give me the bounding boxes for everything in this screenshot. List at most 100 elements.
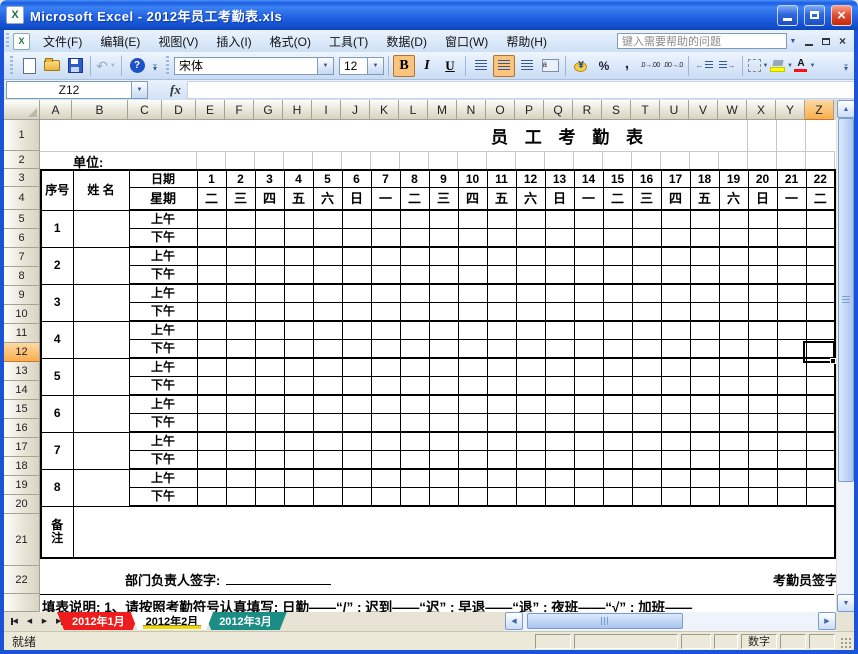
attendance-cell[interactable]: [255, 284, 284, 303]
attendance-cell[interactable]: [574, 284, 603, 303]
decrease-indent-button[interactable]: ←: [693, 55, 715, 77]
attendance-cell[interactable]: [777, 377, 806, 396]
attendance-cell[interactable]: [487, 395, 516, 414]
attendance-cell[interactable]: [400, 210, 429, 229]
pm-label-cell[interactable]: 下午: [129, 377, 197, 396]
attendance-cell[interactable]: [719, 432, 748, 451]
row-header-5[interactable]: 5: [4, 210, 40, 229]
day-number-cell[interactable]: 8: [400, 170, 429, 188]
attendance-cell[interactable]: [545, 266, 574, 285]
attendance-cell[interactable]: [197, 414, 226, 433]
attendance-cell[interactable]: [487, 451, 516, 470]
attendance-cell[interactable]: [806, 488, 835, 507]
attendance-cell[interactable]: [342, 247, 371, 266]
attendance-cell[interactable]: [719, 414, 748, 433]
attendance-cell[interactable]: [748, 469, 777, 488]
attendance-cell[interactable]: [661, 358, 690, 377]
attendance-cell[interactable]: [284, 303, 313, 322]
attendance-cell[interactable]: [487, 266, 516, 285]
day-number-cell[interactable]: 10: [458, 170, 487, 188]
attendance-cell[interactable]: [690, 303, 719, 322]
attendance-cell[interactable]: [226, 210, 255, 229]
attendance-cell[interactable]: [603, 432, 632, 451]
attendance-cell[interactable]: [226, 340, 255, 359]
attendance-cell[interactable]: [632, 266, 661, 285]
attendance-cell[interactable]: [777, 247, 806, 266]
column-header-U[interactable]: U: [660, 100, 689, 120]
attendance-cell[interactable]: [255, 321, 284, 340]
attendance-cell[interactable]: [574, 469, 603, 488]
attendance-cell[interactable]: [284, 488, 313, 507]
attendance-cell[interactable]: [429, 229, 458, 248]
attendance-cell[interactable]: [226, 229, 255, 248]
attendance-cell[interactable]: [400, 321, 429, 340]
attendance-cell[interactable]: [719, 247, 748, 266]
attendance-cell[interactable]: [458, 488, 487, 507]
pm-label-cell[interactable]: 下午: [129, 451, 197, 470]
column-header-C[interactable]: C: [128, 100, 162, 120]
attendance-cell[interactable]: [632, 432, 661, 451]
attendance-cell[interactable]: [197, 266, 226, 285]
attendance-cell[interactable]: [429, 303, 458, 322]
row-header-18[interactable]: 18: [4, 457, 40, 476]
weekday-cell[interactable]: 六: [313, 188, 342, 211]
attendance-cell[interactable]: [632, 284, 661, 303]
attendance-cell[interactable]: [226, 469, 255, 488]
font-size-combo[interactable]: 12 ▼: [339, 57, 384, 75]
attendance-cell[interactable]: [284, 284, 313, 303]
row-header-21[interactable]: 21: [4, 514, 40, 566]
attendance-cell[interactable]: [574, 247, 603, 266]
am-label-cell[interactable]: 上午: [129, 395, 197, 414]
menu-item-5[interactable]: 工具(T): [320, 31, 377, 52]
menu-item-6[interactable]: 数据(D): [377, 31, 436, 52]
week-header-cell[interactable]: 星期: [129, 188, 197, 211]
name-box-dropdown-icon[interactable]: ▼: [132, 81, 148, 99]
serial-header-cell[interactable]: 序号: [41, 170, 73, 210]
attendance-cell[interactable]: [574, 488, 603, 507]
maximize-button[interactable]: [804, 5, 825, 26]
column-header-O[interactable]: O: [486, 100, 515, 120]
attendance-cell[interactable]: [545, 395, 574, 414]
attendance-cell[interactable]: [661, 451, 690, 470]
weekday-cell[interactable]: 三: [429, 188, 458, 211]
attendance-cell[interactable]: [487, 377, 516, 396]
attendance-cell[interactable]: [516, 432, 545, 451]
attendance-cell[interactable]: [197, 469, 226, 488]
attendance-cell[interactable]: [574, 210, 603, 229]
font-color-dropdown-icon[interactable]: ▼: [809, 63, 815, 69]
weekday-cell[interactable]: 六: [719, 188, 748, 211]
attendance-cell[interactable]: [313, 451, 342, 470]
attendance-cell[interactable]: [255, 377, 284, 396]
attendance-cell[interactable]: [371, 395, 400, 414]
attendance-cell[interactable]: [516, 266, 545, 285]
attendance-cell[interactable]: [603, 395, 632, 414]
previous-sheet-button[interactable]: ◀: [23, 613, 36, 629]
attendance-cell[interactable]: [806, 247, 835, 266]
attendance-cell[interactable]: [603, 414, 632, 433]
attendance-cell[interactable]: [342, 340, 371, 359]
attendance-cell[interactable]: [284, 321, 313, 340]
attendance-cell[interactable]: [197, 284, 226, 303]
attendance-cell[interactable]: [719, 451, 748, 470]
attendance-cell[interactable]: [545, 377, 574, 396]
borders-dropdown-icon[interactable]: ▼: [763, 63, 769, 69]
attendance-cell[interactable]: [487, 321, 516, 340]
attendance-cell[interactable]: [748, 358, 777, 377]
attendance-cell[interactable]: [603, 469, 632, 488]
select-all-corner[interactable]: [4, 100, 40, 120]
attendance-cell[interactable]: [400, 266, 429, 285]
attendance-cell[interactable]: [545, 284, 574, 303]
remark-label-cell[interactable]: 备注: [41, 506, 73, 558]
attendance-cell[interactable]: [429, 210, 458, 229]
attendance-cell[interactable]: [284, 229, 313, 248]
attendance-cell[interactable]: [690, 432, 719, 451]
attendance-cell[interactable]: [313, 340, 342, 359]
help-dropdown-icon[interactable]: ▼: [787, 33, 799, 49]
day-number-cell[interactable]: 17: [661, 170, 690, 188]
attendance-cell[interactable]: [429, 451, 458, 470]
row-header-8[interactable]: 8: [4, 267, 40, 286]
attendance-cell[interactable]: [632, 414, 661, 433]
attendance-cell[interactable]: [690, 210, 719, 229]
attendance-cell[interactable]: [313, 321, 342, 340]
am-label-cell[interactable]: 上午: [129, 432, 197, 451]
